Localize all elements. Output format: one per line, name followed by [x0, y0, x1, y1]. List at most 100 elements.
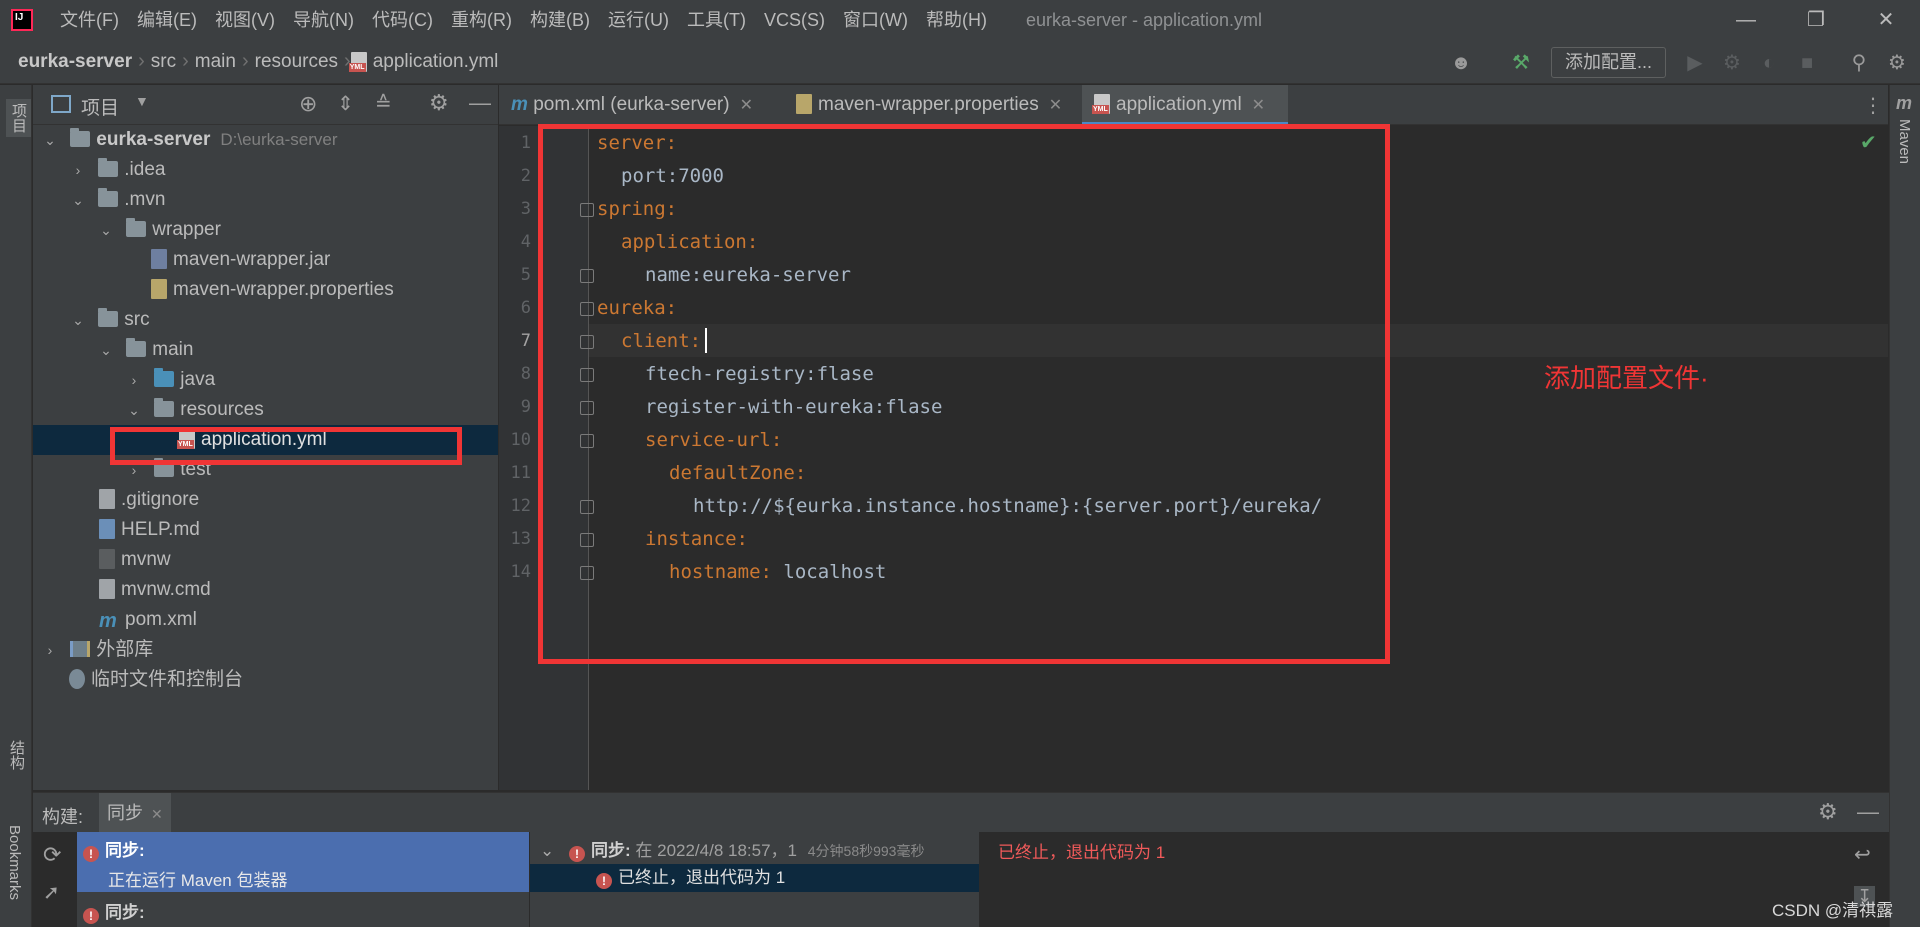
- close-icon[interactable]: ✕: [1856, 0, 1916, 40]
- build-item-running[interactable]: ! 同步: 正在运行 Maven 包装器: [77, 832, 529, 892]
- editor-tab-bar: m pom.xml (eurka-server) ✕ maven-wrapper.…: [499, 85, 1888, 125]
- tree-item-label: .idea: [124, 159, 166, 180]
- tree-item-wrapper-properties[interactable]: maven-wrapper.properties: [33, 275, 498, 305]
- tree-item-external-libraries[interactable]: › 外部库: [33, 635, 498, 665]
- chevron-down-icon: ⌄: [100, 342, 112, 358]
- menu-refactor[interactable]: 重构(R): [442, 0, 521, 40]
- tree-item-mvnw[interactable]: mvnw: [33, 545, 498, 575]
- console-output: 已终止，退出代码为 1: [998, 843, 1166, 862]
- close-icon[interactable]: ✕: [151, 806, 163, 822]
- structure-tool-button[interactable]: 结构: [6, 740, 27, 770]
- chevron-down-icon[interactable]: ▼: [135, 93, 149, 109]
- folder-icon: [98, 158, 119, 177]
- minimize-icon[interactable]: —: [1716, 0, 1776, 40]
- close-icon[interactable]: ✕: [1252, 97, 1265, 114]
- stop-icon[interactable]: ■: [1794, 50, 1820, 76]
- menu-help[interactable]: 帮助(H): [917, 0, 996, 40]
- refresh-icon[interactable]: ⟳: [43, 842, 61, 868]
- tree-item-label: mvnw: [121, 549, 171, 570]
- tree-item-gitignore[interactable]: .gitignore: [33, 485, 498, 515]
- search-icon[interactable]: ⚲: [1846, 50, 1872, 76]
- tab-sync[interactable]: 同步 ✕: [99, 793, 171, 833]
- pin-icon[interactable]: ➚: [43, 880, 60, 905]
- project-tool-button[interactable]: 项目: [6, 99, 31, 137]
- sync-child-row[interactable]: ! 已终止，退出代码为 1: [530, 864, 979, 892]
- tree-item-help-md[interactable]: HELP.md: [33, 515, 498, 545]
- menu-vcs[interactable]: VCS(S): [755, 0, 834, 40]
- settings-icon[interactable]: ⚙: [1884, 50, 1910, 76]
- menu-edit[interactable]: 编辑(E): [128, 0, 206, 40]
- tree-item-mvnw-cmd[interactable]: mvnw.cmd: [33, 575, 498, 605]
- locate-icon[interactable]: ⊕: [299, 91, 317, 117]
- scratches-icon: [69, 669, 85, 689]
- menu-navigate[interactable]: 导航(N): [284, 0, 363, 40]
- tab-maven-wrapper-properties[interactable]: maven-wrapper.properties ✕: [784, 85, 1080, 125]
- tree-item-resources[interactable]: ⌄ resources: [33, 395, 498, 425]
- tree-item-pom-xml[interactable]: m pom.xml: [33, 605, 498, 635]
- restore-icon[interactable]: ❐: [1786, 0, 1846, 40]
- build-hammer-icon[interactable]: ⚒: [1508, 50, 1534, 76]
- maven-icon: m: [99, 610, 117, 632]
- expand-all-icon[interactable]: ⇕: [337, 91, 354, 116]
- menu-code[interactable]: 代码(C): [363, 0, 442, 40]
- hide-panel-icon[interactable]: —: [1857, 799, 1879, 825]
- user-icon[interactable]: ☻: [1448, 50, 1474, 76]
- wrap-icon[interactable]: ↩: [1854, 842, 1871, 867]
- project-view-title[interactable]: 项目: [81, 93, 119, 120]
- chevron-down-icon: ⌄: [72, 192, 84, 208]
- menu-window[interactable]: 窗口(W): [834, 0, 917, 40]
- debug-icon[interactable]: ⚙: [1719, 50, 1745, 76]
- tree-item-wrapper[interactable]: ⌄ wrapper: [33, 215, 498, 245]
- menu-build[interactable]: 构建(B): [521, 0, 599, 40]
- collapse-all-icon[interactable]: ≙: [375, 91, 392, 116]
- breadcrumb-src[interactable]: src: [145, 51, 182, 73]
- breadcrumb-project[interactable]: eurka-server: [12, 51, 138, 73]
- more-tabs-icon[interactable]: ⋮: [1863, 93, 1883, 118]
- breadcrumb-main[interactable]: main: [189, 51, 242, 73]
- close-icon[interactable]: ✕: [1049, 97, 1062, 114]
- tree-item-label: maven-wrapper.properties: [173, 279, 394, 300]
- tree-root[interactable]: ⌄ eurka-server D:\eurka-server: [33, 125, 498, 155]
- close-icon[interactable]: ✕: [740, 97, 753, 114]
- tree-item-java[interactable]: › java: [33, 365, 498, 395]
- tree-item-label: resources: [180, 399, 264, 420]
- coverage-icon[interactable]: ◐: [1756, 50, 1782, 76]
- sync-root-row[interactable]: ⌄ ! 同步: 在 2022/4/8 18:57，1 4分钟58秒993毫秒: [540, 836, 976, 862]
- tree-item-idea[interactable]: › .idea: [33, 155, 498, 185]
- tree-item-mvn[interactable]: ⌄ .mvn: [33, 185, 498, 215]
- add-configuration-button[interactable]: 添加配置...: [1551, 47, 1666, 78]
- build-item-title: 同步:: [105, 841, 145, 860]
- breadcrumb-resources[interactable]: resources: [249, 51, 344, 73]
- breadcrumb-file[interactable]: application.yml: [373, 51, 505, 73]
- tree-item-wrapper-jar[interactable]: maven-wrapper.jar: [33, 245, 498, 275]
- menu-view[interactable]: 视图(V): [206, 0, 284, 40]
- bookmarks-tool-button[interactable]: Bookmarks: [6, 825, 23, 900]
- gear-icon[interactable]: ⚙: [1818, 799, 1838, 825]
- folder-icon: [126, 338, 147, 357]
- window-title: eurka-server - application.yml: [1025, 9, 1263, 30]
- shell-file-icon: [99, 549, 115, 569]
- menu-run[interactable]: 运行(U): [599, 0, 678, 40]
- chevron-right-icon: ›: [182, 50, 189, 72]
- build-item-second[interactable]: ! 同步:: [83, 898, 145, 924]
- hide-panel-icon[interactable]: —: [469, 90, 491, 116]
- module-folder-icon: [70, 128, 91, 147]
- error-icon: !: [596, 873, 612, 889]
- menu-file[interactable]: 文件(F): [51, 0, 128, 40]
- build-console[interactable]: 已终止，退出代码为 1 ↩: [980, 832, 1885, 927]
- maven-icon: m: [1896, 93, 1913, 113]
- maven-icon: m: [511, 94, 528, 115]
- intellij-logo-icon: [11, 9, 33, 31]
- tree-item-main[interactable]: ⌄ main: [33, 335, 498, 365]
- run-icon[interactable]: ▶: [1682, 50, 1708, 76]
- tab-pom-xml[interactable]: m pom.xml (eurka-server) ✕: [499, 85, 782, 125]
- tab-application-yml[interactable]: application.yml ✕: [1082, 85, 1288, 125]
- gear-icon[interactable]: ⚙: [429, 90, 449, 116]
- maven-tool-button[interactable]: Maven: [1896, 119, 1913, 164]
- chevron-down-icon: ⌄: [72, 312, 84, 328]
- tab-label: maven-wrapper.properties: [818, 94, 1039, 115]
- menu-tools[interactable]: 工具(T): [678, 0, 755, 40]
- tree-item-src[interactable]: ⌄ src: [33, 305, 498, 335]
- folder-icon: [98, 308, 119, 327]
- tree-item-scratches[interactable]: 临时文件和控制台: [33, 665, 498, 695]
